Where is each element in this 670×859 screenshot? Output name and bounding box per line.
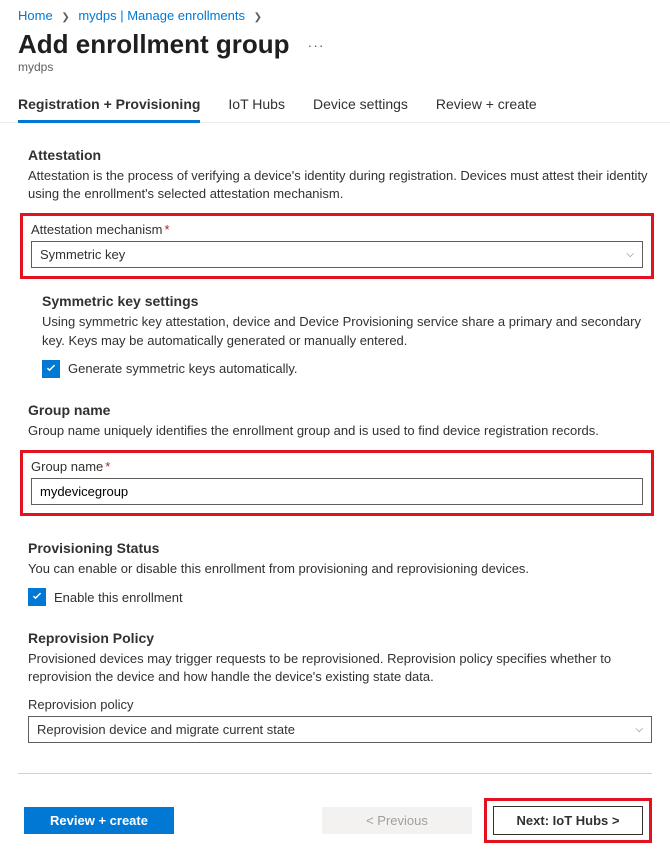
attestation-desc: Attestation is the process of verifying … <box>28 167 652 203</box>
page-title: Add enrollment group <box>18 29 290 60</box>
review-create-button[interactable]: Review + create <box>24 807 174 834</box>
previous-button: < Previous <box>322 807 472 834</box>
group-name-label: Group name* <box>31 459 643 474</box>
chevron-down-icon: ⌵ <box>635 724 643 735</box>
generate-keys-checkbox[interactable] <box>42 360 60 378</box>
highlight-next: Next: IoT Hubs > <box>484 798 652 843</box>
tab-iot-hubs[interactable]: IoT Hubs <box>228 88 285 122</box>
reprovision-policy-value: Reprovision device and migrate current s… <box>37 722 295 737</box>
group-name-section: Group name Group name uniquely identifie… <box>28 402 652 516</box>
symmetric-key-desc: Using symmetric key attestation, device … <box>42 313 652 349</box>
reprovision-policy-header: Reprovision Policy <box>28 630 652 646</box>
chevron-down-icon: ⌵ <box>626 249 634 260</box>
tab-registration-provisioning[interactable]: Registration + Provisioning <box>18 88 200 122</box>
reprovision-policy-section: Reprovision Policy Provisioned devices m… <box>28 630 652 742</box>
breadcrumb-home[interactable]: Home <box>18 8 53 23</box>
tab-review-create[interactable]: Review + create <box>436 88 537 122</box>
symmetric-key-header: Symmetric key settings <box>42 293 652 309</box>
page-subtitle: mydps <box>0 60 670 88</box>
group-name-header: Group name <box>28 402 652 418</box>
reprovision-policy-desc: Provisioned devices may trigger requests… <box>28 650 652 686</box>
attestation-section: Attestation Attestation is the process o… <box>28 147 652 378</box>
more-actions-button[interactable]: ··· <box>308 37 325 53</box>
provisioning-status-section: Provisioning Status You can enable or di… <box>28 540 652 606</box>
generate-keys-label: Generate symmetric keys automatically. <box>68 361 298 376</box>
provisioning-status-header: Provisioning Status <box>28 540 652 556</box>
group-name-input-field[interactable] <box>40 484 634 499</box>
provisioning-status-desc: You can enable or disable this enrollmen… <box>28 560 652 578</box>
tab-device-settings[interactable]: Device settings <box>313 88 408 122</box>
next-button[interactable]: Next: IoT Hubs > <box>493 806 643 835</box>
enable-enrollment-checkbox[interactable] <box>28 588 46 606</box>
group-name-input[interactable] <box>31 478 643 505</box>
breadcrumb: Home ❯ mydps | Manage enrollments ❯ <box>0 0 670 27</box>
breadcrumb-path1[interactable]: mydps | Manage enrollments <box>78 8 245 23</box>
chevron-right-icon: ❯ <box>254 12 262 23</box>
chevron-right-icon: ❯ <box>61 12 69 23</box>
check-icon <box>31 591 43 603</box>
tab-bar: Registration + Provisioning IoT Hubs Dev… <box>0 88 670 123</box>
attestation-header: Attestation <box>28 147 652 163</box>
reprovision-policy-select[interactable]: Reprovision device and migrate current s… <box>28 716 652 743</box>
highlight-group-name: Group name* <box>20 450 654 516</box>
reprovision-policy-label: Reprovision policy <box>28 697 652 712</box>
attestation-mechanism-label: Attestation mechanism* <box>31 222 643 237</box>
enable-enrollment-label: Enable this enrollment <box>54 590 183 605</box>
attestation-mechanism-select[interactable]: Symmetric key ⌵ <box>31 241 643 268</box>
attestation-mechanism-value: Symmetric key <box>40 247 125 262</box>
footer: Review + create < Previous Next: IoT Hub… <box>0 774 670 859</box>
check-icon <box>45 363 57 375</box>
highlight-attestation: Attestation mechanism* Symmetric key ⌵ <box>20 213 654 279</box>
group-name-desc: Group name uniquely identifies the enrol… <box>28 422 652 440</box>
